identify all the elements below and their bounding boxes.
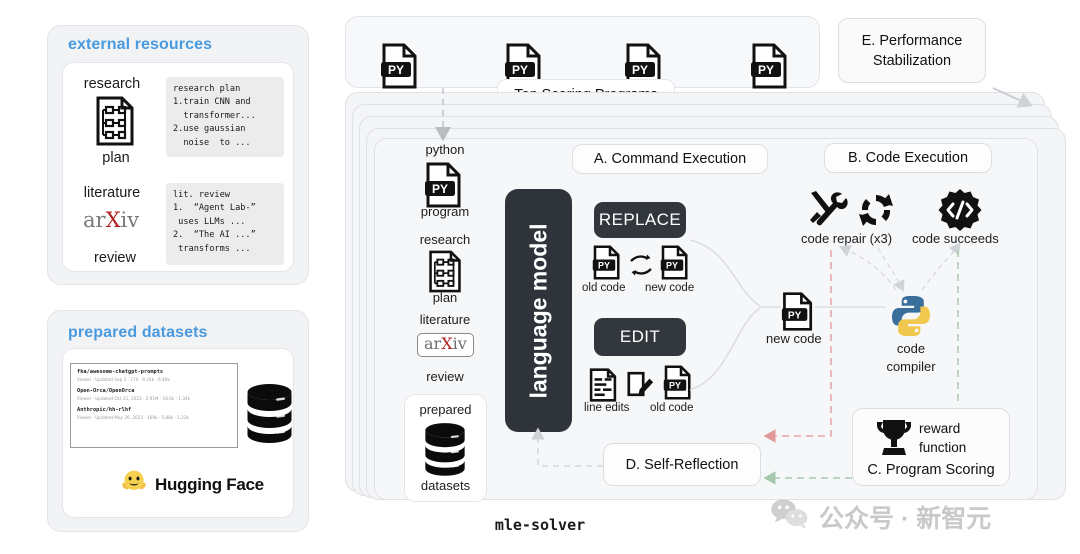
performance-stabilization-box: E. Performance Stabilization bbox=[838, 18, 986, 83]
refresh-circular-icon bbox=[856, 191, 896, 234]
watermark: 公众号 · 新智元 bbox=[770, 498, 991, 535]
research-label-bottom: plan bbox=[102, 150, 130, 166]
literature-label-bottom: review bbox=[94, 250, 136, 266]
svg-text:PY: PY bbox=[388, 63, 404, 77]
list-item[interactable]: Anthropic/hh-rlhf Viewer · Updated May 2… bbox=[77, 407, 231, 420]
edit-button[interactable]: EDIT bbox=[594, 318, 686, 356]
arxiv-logo: arXiv bbox=[83, 208, 140, 232]
datasets-label-bottom: datasets bbox=[420, 478, 471, 493]
datasets-label-top: prepared bbox=[419, 402, 472, 417]
top-scoring-programs-bar: PY PY PY PY bbox=[345, 16, 820, 89]
hf-dataset-list[interactable]: fka/awesome-chatgpt-prompts Viewer · Upd… bbox=[70, 363, 238, 448]
perf-line-2: Stabilization bbox=[872, 52, 952, 69]
svg-text:PY: PY bbox=[432, 182, 448, 196]
language-model-label: language model bbox=[525, 222, 551, 399]
py-file-icon: PY bbox=[380, 43, 420, 94]
prepared-datasets-title: prepared datasets bbox=[68, 324, 208, 341]
self-reflection-pill: D. Self-Reflection bbox=[603, 443, 761, 486]
database-stack-icon bbox=[246, 383, 293, 448]
literature-label-bottom: review bbox=[426, 369, 464, 384]
py-file-icon: PY bbox=[660, 245, 690, 285]
code-execution-pill: B. Code Execution bbox=[824, 143, 992, 173]
compiler-label-2: compiler bbox=[886, 359, 936, 374]
dataset-name: Open-Orca/OpenOrca bbox=[77, 388, 135, 395]
code-succeeds-label: code succeeds bbox=[912, 231, 999, 246]
reward-function-line-2: function bbox=[919, 440, 967, 455]
py-file-icon: PY bbox=[781, 292, 815, 336]
wrench-screwdriver-icon bbox=[806, 190, 848, 235]
literature-review-text: lit. review 1. “Agent Lab-” uses LLMs ..… bbox=[166, 183, 284, 265]
figure-root: external resources research plan researc… bbox=[0, 0, 1080, 554]
research-plan-text: research plan 1.train CNN and transforme… bbox=[166, 77, 284, 157]
code-gear-icon bbox=[936, 188, 984, 237]
py-file-icon: PY bbox=[663, 365, 693, 405]
hugging-face-brand: Hugging Face bbox=[120, 468, 264, 501]
python-label-bottom: program bbox=[420, 204, 470, 219]
external-resources-title: external resources bbox=[68, 36, 213, 53]
dataset-meta: Viewer · Updated Oct 21, 2023 · 2.91M · … bbox=[77, 395, 191, 401]
svg-text:PY: PY bbox=[632, 63, 648, 77]
svg-text:PY: PY bbox=[666, 261, 678, 271]
program-scoring-caption: C. Program Scoring bbox=[867, 462, 995, 478]
trophy-icon bbox=[875, 417, 913, 464]
list-item[interactable]: Open-Orca/OpenOrca Viewer · Updated Oct … bbox=[77, 388, 231, 401]
dataset-name: Anthropic/hh-rlhf bbox=[77, 407, 132, 414]
replace-old-code-label: old code bbox=[582, 282, 626, 294]
wechat-icon bbox=[770, 498, 810, 535]
research-label-top: research bbox=[419, 232, 471, 247]
dataset-meta: Viewer · Updated Sep 3 · 170 · 9.24k · 6… bbox=[77, 376, 170, 382]
document-flowchart-icon bbox=[95, 96, 135, 146]
reward-function-line-1: reward bbox=[919, 421, 961, 436]
language-model-block: language model bbox=[505, 189, 572, 432]
code-repair-label: code repair (x3) bbox=[801, 231, 893, 246]
line-edits-label: line edits bbox=[584, 402, 630, 414]
svg-text:PY: PY bbox=[598, 261, 610, 271]
svg-text:PY: PY bbox=[788, 310, 802, 321]
svg-text:PY: PY bbox=[758, 63, 774, 77]
new-code-label: new code bbox=[766, 331, 822, 346]
research-label-top: research bbox=[83, 76, 141, 92]
list-item[interactable]: fka/awesome-chatgpt-prompts Viewer · Upd… bbox=[77, 369, 231, 382]
literature-label-top: literature bbox=[83, 185, 141, 201]
python-label-top: python bbox=[425, 142, 465, 157]
replace-new-code-label: new code bbox=[645, 282, 695, 294]
watermark-text: 公众号 · 新智元 bbox=[819, 504, 992, 533]
arxiv-logo: arXiv bbox=[417, 333, 474, 357]
command-execution-pill: A. Command Execution bbox=[572, 144, 768, 174]
research-label-bottom: plan bbox=[432, 290, 458, 305]
hugging-face-label: Hugging Face bbox=[155, 474, 264, 494]
python-logo-icon bbox=[889, 294, 933, 343]
dataset-name: fka/awesome-chatgpt-prompts bbox=[77, 369, 164, 375]
svg-text:PY: PY bbox=[669, 381, 681, 391]
py-file-icon: PY bbox=[750, 43, 790, 94]
literature-label-top: literature bbox=[419, 312, 471, 327]
edit-old-code-label: old code bbox=[650, 402, 694, 414]
perf-line-1: E. Performance bbox=[861, 32, 963, 49]
pencil-square-icon bbox=[627, 369, 654, 404]
program-scoring-card: reward function C. Program Scoring bbox=[852, 408, 1010, 486]
dataset-meta: Viewer · Updated May 26, 2023 · 169k · 5… bbox=[77, 414, 189, 420]
hugging-face-emoji bbox=[120, 468, 148, 501]
swap-arrows-icon bbox=[628, 253, 654, 282]
compiler-label-1: code bbox=[896, 341, 926, 356]
database-stack-icon bbox=[424, 422, 466, 481]
replace-button[interactable]: REPLACE bbox=[594, 202, 686, 238]
svg-text:PY: PY bbox=[512, 63, 528, 77]
py-file-icon: PY bbox=[592, 245, 622, 285]
